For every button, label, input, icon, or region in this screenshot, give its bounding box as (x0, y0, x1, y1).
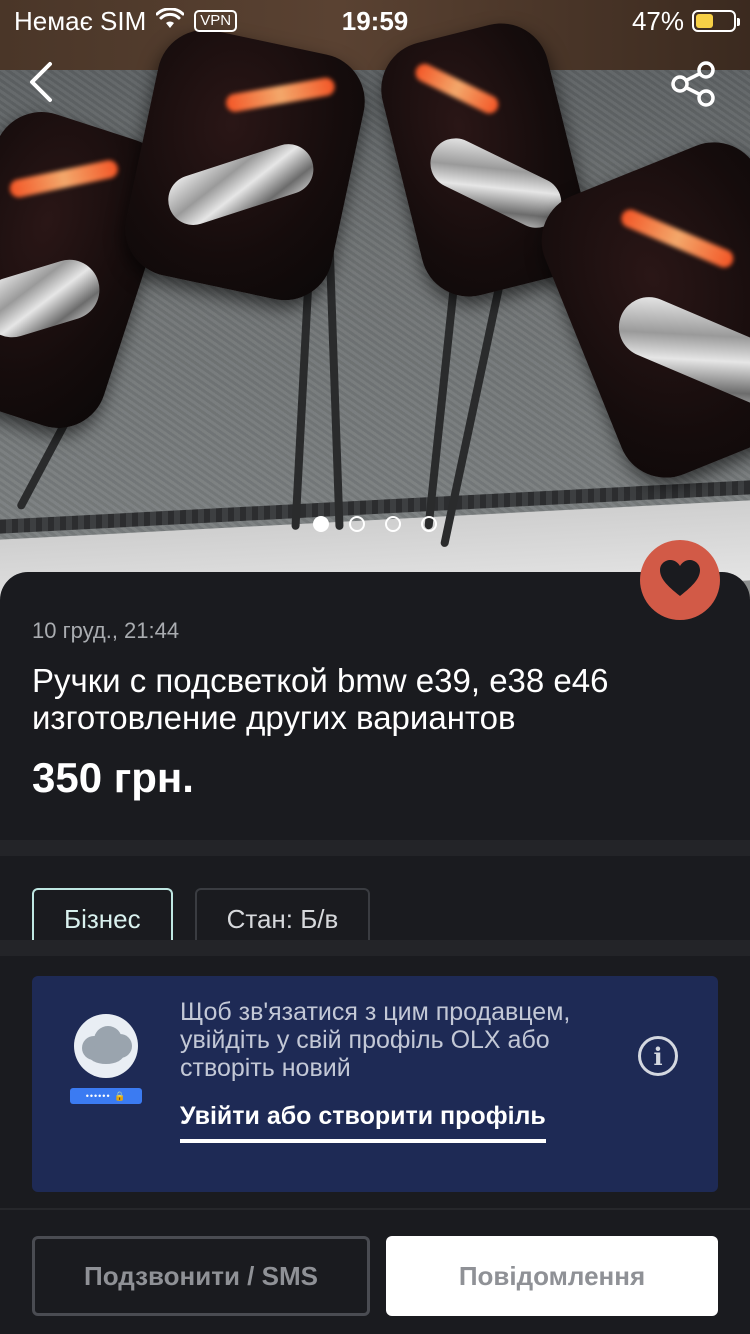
listing-title: Ручки с подсветкой bmw e39, e38 e46 изго… (32, 662, 609, 736)
wifi-icon (155, 6, 185, 37)
login-message: Щоб зв'язатися з цим продавцем, увійдіть… (180, 998, 571, 1082)
battery-percent: 47% (631, 5, 684, 36)
divider (0, 940, 750, 956)
avatar: •••••• 🔒 (70, 1014, 144, 1104)
share-icon[interactable] (670, 60, 718, 108)
listing-price: 350 грн. (32, 754, 194, 801)
login-link[interactable]: Увійти або створити профіль (180, 1102, 546, 1143)
listing-date: 10 груд., 21:44 (32, 618, 180, 643)
favorite-button[interactable] (640, 540, 720, 620)
listing-photo[interactable] (0, 0, 750, 600)
listing-card: 10 груд., 21:44 Ручки с подсветкой bmw e… (0, 540, 750, 840)
user-avatar-icon (74, 1014, 138, 1078)
gallery-pagination (0, 516, 750, 532)
gallery-dot[interactable] (349, 516, 365, 532)
tag-business[interactable]: Бізнес (32, 888, 173, 948)
gallery-dot[interactable] (313, 516, 329, 532)
message-button[interactable]: Повідомлення (386, 1236, 718, 1316)
password-mask: •••••• 🔒 (70, 1088, 142, 1104)
info-icon[interactable]: i (638, 1036, 678, 1076)
chevron-left-icon[interactable] (22, 58, 62, 106)
heart-icon (658, 558, 702, 603)
carrier-label: Немає SIM (14, 5, 147, 36)
status-bar: Немає SIM VPN 19:59 47% (0, 0, 750, 42)
listing-tags: Бізнес Стан: Б/в (32, 888, 371, 948)
gallery-dot[interactable] (385, 516, 401, 532)
tag-condition[interactable]: Стан: Б/в (194, 888, 371, 948)
action-bar: Подзвонити / SMS Повідомлення (0, 1208, 750, 1334)
call-sms-button[interactable]: Подзвонити / SMS (32, 1236, 370, 1316)
gallery-dot[interactable] (421, 516, 437, 532)
login-prompt: •••••• 🔒 Щоб зв'язатися з цим продавцем,… (32, 976, 718, 1192)
battery-level (696, 14, 713, 28)
battery-icon (692, 10, 740, 32)
divider (0, 840, 750, 856)
vpn-badge: VPN (194, 10, 238, 32)
